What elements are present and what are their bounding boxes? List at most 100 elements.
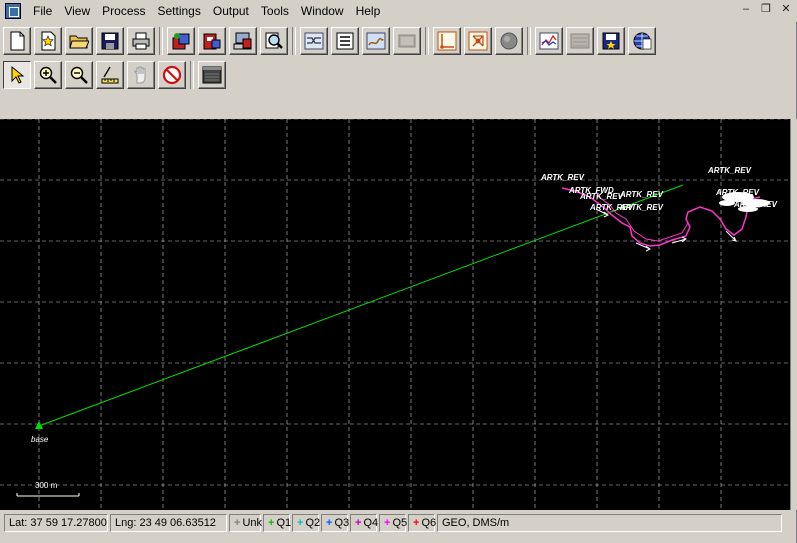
sphere-button[interactable] — [495, 27, 523, 55]
quality-q5: + Q5 — [379, 514, 407, 532]
process-icon — [304, 32, 324, 50]
window-button[interactable] — [198, 61, 226, 89]
map-grid — [0, 119, 790, 510]
latitude-readout: Lat: 37 59 17.27800 — [4, 514, 108, 532]
track-label: ARTK_REV — [733, 200, 778, 209]
map-frame-edge — [790, 119, 797, 510]
graph-icon — [539, 32, 559, 50]
quality-unk: + Unk — [229, 514, 262, 532]
open-project-icon — [41, 31, 56, 51]
select-pointer-icon — [11, 65, 25, 84]
quality-q6-marker: + — [413, 517, 420, 529]
status-bar: Lat: 37 59 17.27800 Lng: 23 49 06.63512 … — [0, 512, 797, 534]
map-process-button[interactable] — [362, 27, 390, 55]
open-project-button[interactable] — [34, 27, 62, 55]
process-button[interactable] — [300, 27, 328, 55]
track-label: ARTK_REV — [579, 192, 624, 201]
computer-button[interactable] — [229, 27, 257, 55]
sphere-icon — [500, 32, 518, 50]
import-data-button[interactable] — [167, 27, 195, 55]
save-output-button[interactable] — [597, 27, 625, 55]
pan-hand-icon — [134, 66, 146, 84]
axes-icon — [437, 31, 457, 51]
main-toolbar — [0, 25, 659, 57]
longitude-readout: Lng: 23 49 06.63512 — [110, 514, 227, 532]
open-folder-button[interactable] — [65, 27, 93, 55]
zoom-in-button[interactable] — [34, 61, 62, 89]
window-icon — [202, 66, 222, 84]
menu-view[interactable]: View — [58, 1, 96, 21]
baseline-vector — [38, 184, 684, 427]
menu-window[interactable]: Window — [295, 1, 350, 21]
menu-process[interactable]: Process — [96, 1, 151, 21]
quality-q3: + Q3 — [321, 514, 349, 532]
globe-grid-icon — [633, 32, 652, 50]
quality-q3-marker: + — [326, 517, 333, 529]
measure-ruler-icon — [101, 66, 119, 84]
import-data-icon — [172, 33, 190, 50]
print-button[interactable] — [127, 27, 155, 55]
track-label: ARTK_REV — [619, 190, 664, 199]
axes-button[interactable] — [433, 27, 461, 55]
quality-q1: + Q1 — [263, 514, 291, 532]
search-document-button[interactable] — [260, 27, 288, 55]
zoom-out-button[interactable] — [65, 61, 93, 89]
globe-grid-button[interactable] — [628, 27, 656, 55]
select-pointer-button[interactable] — [3, 61, 31, 89]
menu-help[interactable]: Help — [350, 1, 387, 21]
menu-tools[interactable]: Tools — [255, 1, 295, 21]
scale-label: 300 m — [35, 481, 58, 490]
map-canvas[interactable]: base ARTK_REV ARTK_FWD ARTK_REV ARTK_REV… — [0, 119, 790, 510]
measure-ruler-button[interactable] — [96, 61, 124, 89]
menu-output[interactable]: Output — [207, 1, 255, 21]
zoom-in-icon — [39, 66, 57, 84]
scale-bar — [16, 493, 80, 497]
save-icon — [101, 32, 119, 50]
import-data2-button[interactable] — [198, 27, 226, 55]
save-button[interactable] — [96, 27, 124, 55]
quality-q5-marker: + — [384, 517, 391, 529]
toolbar-separator — [159, 27, 163, 55]
network-icon — [468, 31, 488, 51]
new-document-button[interactable] — [3, 27, 31, 55]
quality-q1-marker: + — [268, 517, 275, 529]
quality-q2-marker: + — [297, 517, 304, 529]
zoom-out-icon — [70, 66, 88, 84]
no-entry-icon — [162, 65, 182, 85]
window-controls: – ❐ ✕ — [737, 3, 795, 18]
close-button[interactable]: ✕ — [777, 3, 795, 18]
menu-file[interactable]: File — [27, 1, 58, 21]
graph-button[interactable] — [535, 27, 563, 55]
quality-q4-marker: + — [355, 517, 362, 529]
track-label: ARTK_REV — [707, 166, 752, 175]
toolbar-separator — [527, 27, 531, 55]
minimize-button[interactable]: – — [737, 3, 755, 18]
base-label: base — [31, 435, 49, 444]
search-document-icon — [265, 32, 283, 49]
print-icon — [132, 32, 150, 50]
import-data2-icon — [203, 33, 221, 50]
disabled-grid-icon — [570, 33, 590, 49]
app-icon[interactable] — [5, 3, 21, 19]
network-button[interactable] — [464, 27, 492, 55]
map-toolbar — [0, 59, 229, 91]
list-button[interactable] — [331, 27, 359, 55]
coordinate-mode: GEO, DMS/m — [437, 514, 782, 532]
map-view[interactable]: base ARTK_REV ARTK_FWD ARTK_REV ARTK_REV… — [0, 119, 790, 510]
rover-track-segment — [595, 194, 689, 242]
disabled-tool-button[interactable] — [393, 27, 421, 55]
open-folder-icon — [69, 35, 89, 49]
toolbar-separator — [190, 61, 194, 89]
quality-q6: + Q6 — [408, 514, 436, 532]
quality-unk-marker: + — [234, 517, 241, 529]
menu-settings[interactable]: Settings — [152, 1, 207, 21]
disabled-grid-button[interactable] — [566, 27, 594, 55]
quality-q4: + Q4 — [350, 514, 378, 532]
toolbar-separator — [425, 27, 429, 55]
pan-hand-button[interactable] — [127, 61, 155, 89]
restore-button[interactable]: ❐ — [757, 3, 775, 18]
save-output-icon — [602, 32, 620, 50]
no-entry-button[interactable] — [158, 61, 186, 89]
new-document-icon — [10, 31, 25, 51]
list-icon — [336, 32, 354, 50]
